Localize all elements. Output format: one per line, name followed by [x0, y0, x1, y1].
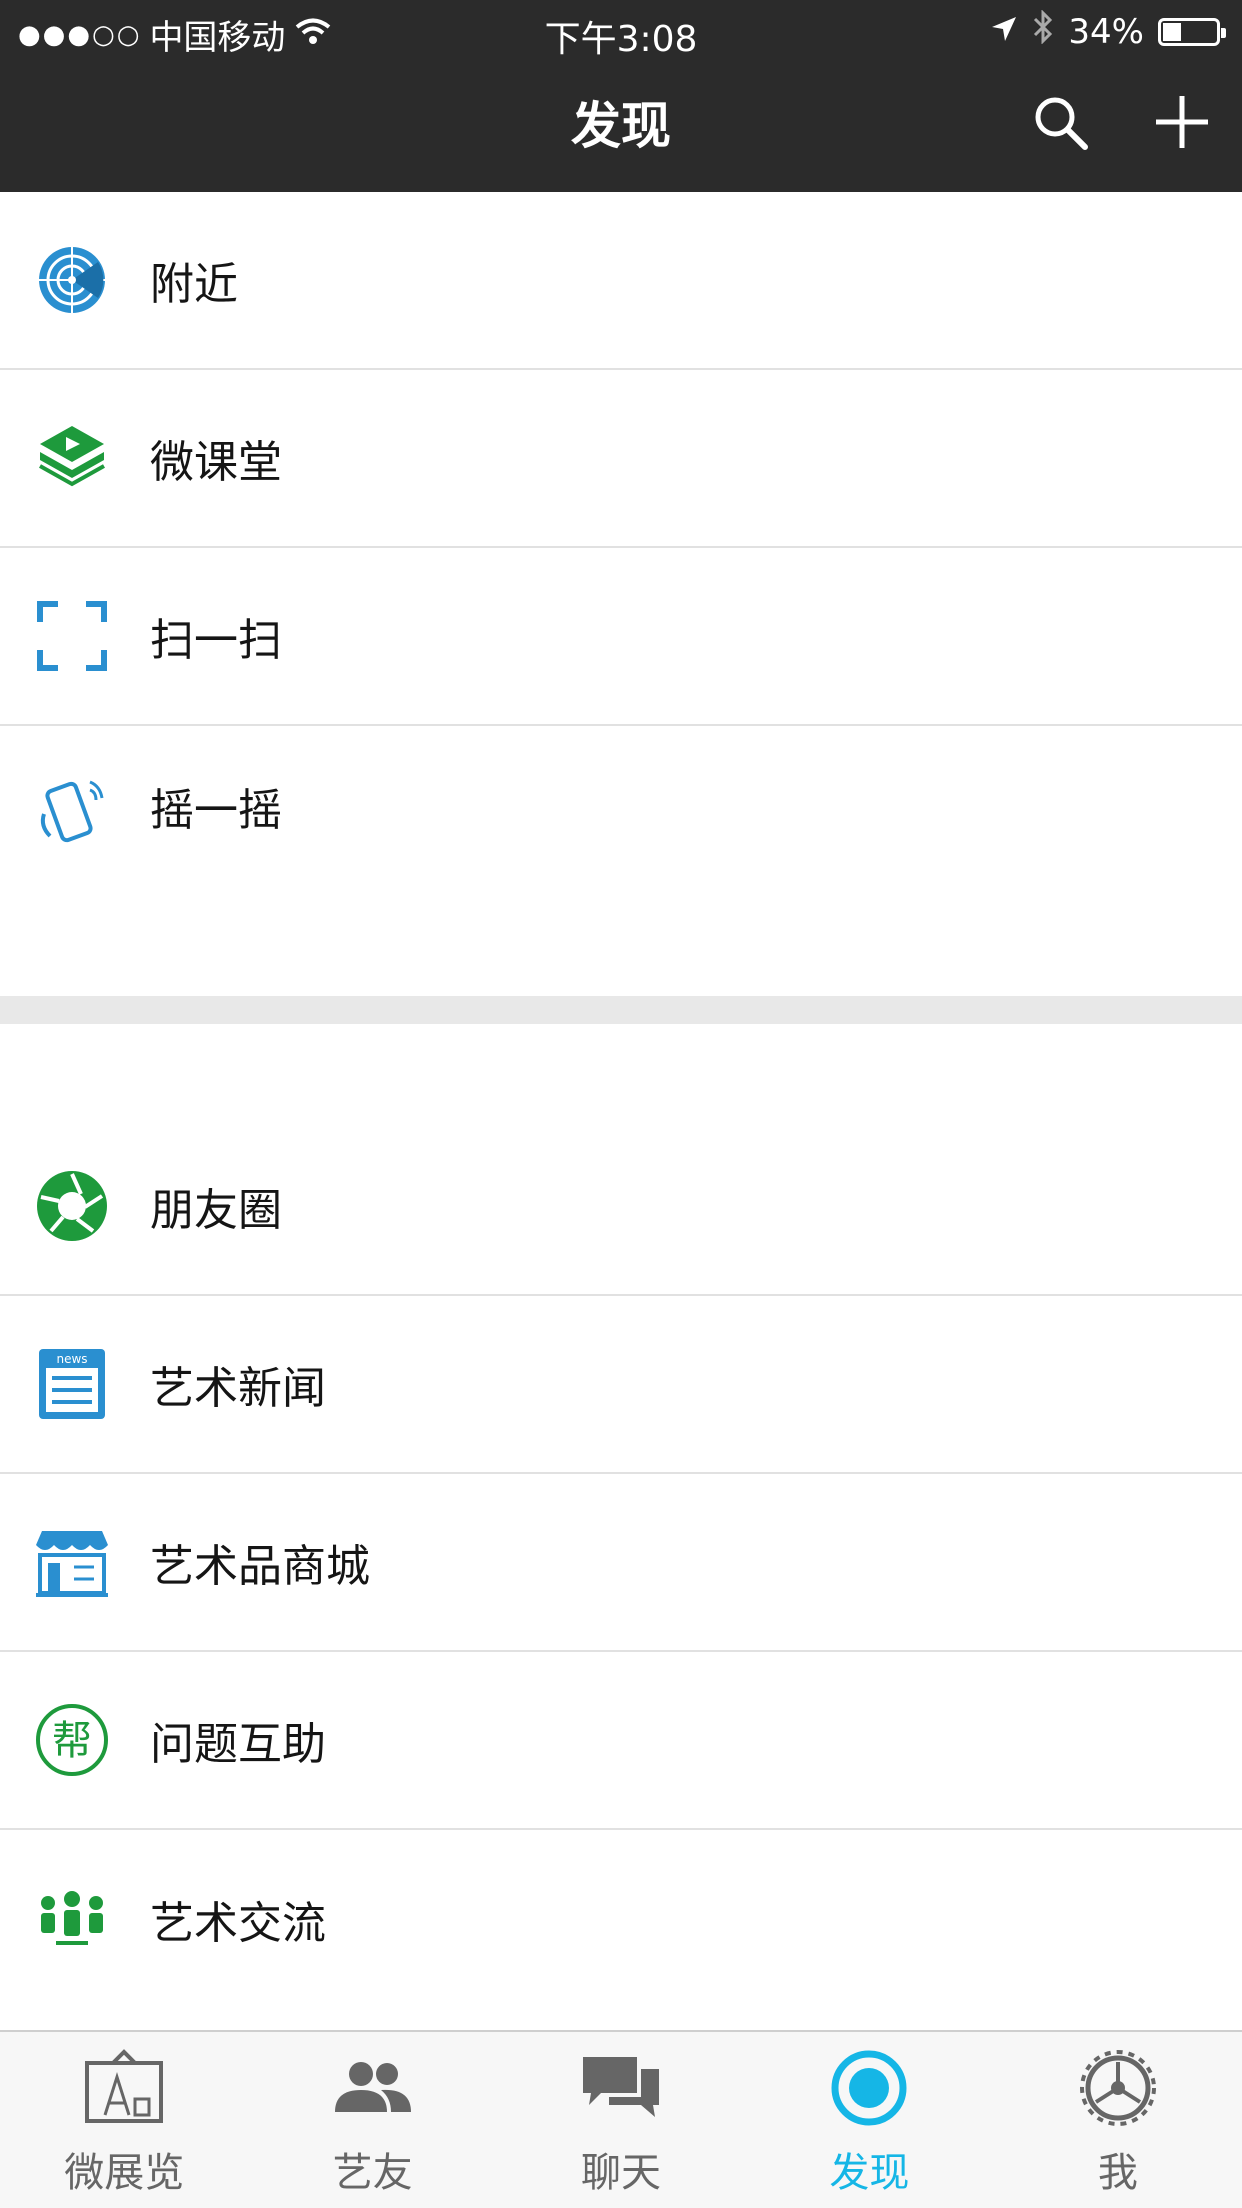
discover-icon: [827, 2046, 911, 2130]
menu-item-nearby[interactable]: 附近: [0, 192, 1242, 370]
tab-label: 聊天: [581, 2150, 662, 2196]
menu-item-micro-class[interactable]: 微课堂: [0, 370, 1242, 548]
bluetooth-icon: [1032, 9, 1054, 53]
friends-icon: [331, 2046, 415, 2130]
menu-item-label: 艺术品商城: [150, 1541, 370, 1592]
battery-percent: 34%: [1068, 11, 1144, 52]
scan-frame-icon: [34, 598, 110, 674]
tab-art-friends[interactable]: 艺友: [248, 2032, 496, 2208]
menu-item-label: 朋友圈: [150, 1185, 282, 1236]
status-bar: ●●●○○ 中国移动 下午3:08 34%: [0, 0, 1242, 62]
tab-label: 艺友: [332, 2150, 413, 2196]
tab-me[interactable]: 我: [994, 2032, 1242, 2208]
tab-exhibition[interactable]: 微展览: [0, 2032, 248, 2208]
menu-item-moments[interactable]: 朋友圈: [0, 1024, 1242, 1296]
menu-item-label: 艺术交流: [150, 1898, 326, 1949]
menu-item-label: 问题互助: [150, 1719, 326, 1770]
add-icon[interactable]: [1152, 92, 1212, 156]
menu-item-label: 附近: [150, 259, 238, 310]
top-bar: ●●●○○ 中国移动 下午3:08 34% 发现: [0, 0, 1242, 192]
aperture-icon: [34, 1168, 110, 1244]
chat-bubbles-icon: [579, 2046, 663, 2130]
search-icon[interactable]: [1030, 92, 1090, 156]
bottom-tab-bar: 微展览 艺友 聊天 发现 我: [0, 2030, 1242, 2208]
menu-item-label: 微课堂: [150, 437, 282, 488]
tab-label: 发现: [829, 2150, 910, 2196]
menu-item-art-news[interactable]: news 艺术新闻: [0, 1296, 1242, 1474]
menu-item-label: 扫一扫: [150, 615, 282, 666]
tab-discover[interactable]: 发现: [745, 2032, 993, 2208]
menu-item-art-exchange[interactable]: 艺术交流: [0, 1830, 1242, 2008]
menu-item-scan[interactable]: 扫一扫: [0, 548, 1242, 726]
radar-icon: [34, 242, 110, 318]
shake-phone-icon: [34, 774, 110, 850]
menu-item-label: 艺术新闻: [150, 1363, 326, 1414]
menu-item-art-mall[interactable]: 艺术品商城: [0, 1474, 1242, 1652]
location-arrow-icon: [990, 12, 1018, 52]
battery-icon: [1158, 17, 1226, 46]
book-play-icon: [34, 420, 110, 496]
people-group-icon: [34, 1881, 110, 1957]
gear-icon: [1076, 2046, 1160, 2130]
help-badge-icon: 帮: [34, 1702, 110, 1778]
shop-icon: [34, 1524, 110, 1600]
menu-item-shake[interactable]: 摇一摇: [0, 726, 1242, 996]
tab-label: 我: [1097, 2150, 1138, 2196]
tab-label: 微展览: [64, 2150, 185, 2196]
menu-item-q-and-a[interactable]: 帮 问题互助: [0, 1652, 1242, 1830]
help-badge-text: 帮: [52, 1718, 92, 1764]
news-badge-text: news: [56, 1352, 87, 1366]
news-icon: news: [34, 1346, 110, 1422]
section-divider: [0, 996, 1242, 1024]
menu-item-label: 摇一摇: [150, 785, 282, 836]
easel-icon: [82, 2046, 166, 2130]
battery-fill: [1163, 22, 1181, 41]
tab-chat[interactable]: 聊天: [497, 2032, 745, 2208]
